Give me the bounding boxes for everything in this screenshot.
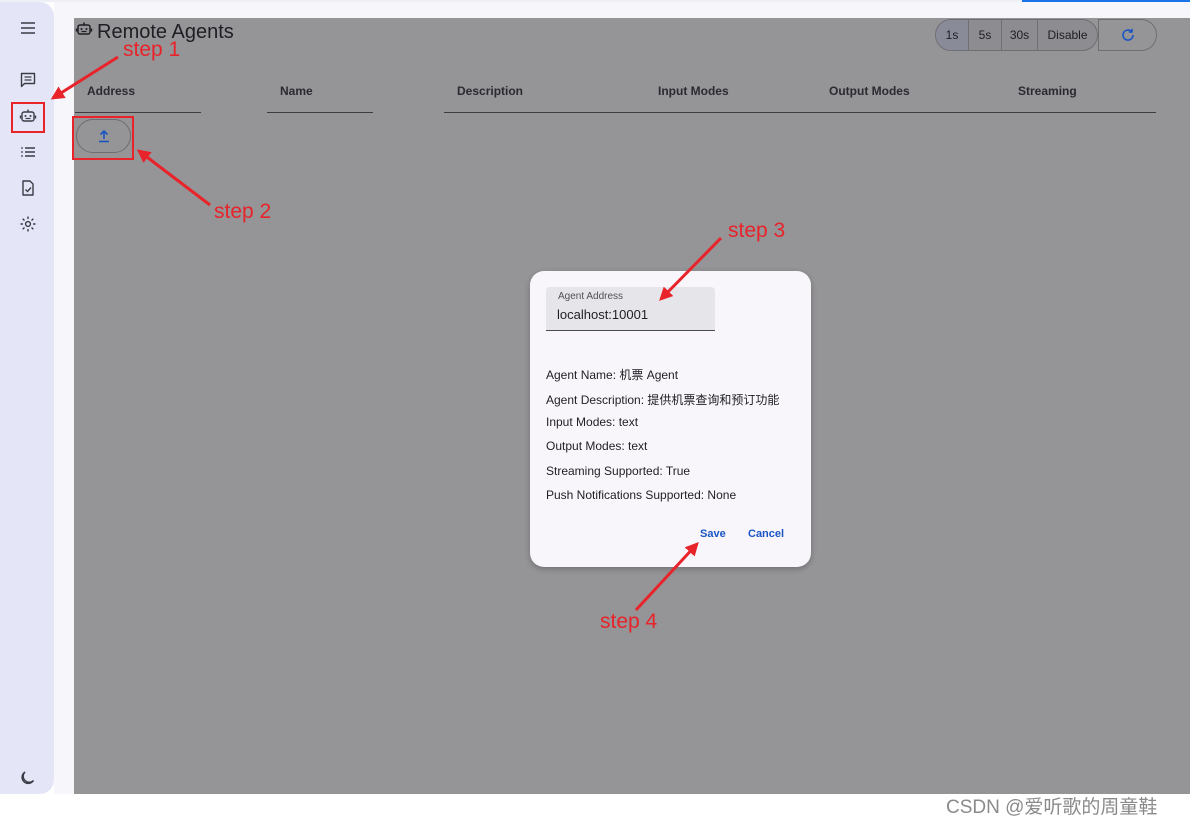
settings-icon[interactable] [14,210,42,238]
robot-title-icon [75,22,93,35]
column-output-modes[interactable]: Output Modes [829,84,910,98]
agent-description-info: Agent Description: 提供机票查询和预订功能 [546,393,780,407]
task-icon[interactable] [14,174,42,202]
streaming-info: Streaming Supported: True [546,464,691,478]
upload-icon [98,129,109,143]
input-modes-info: Input Modes: text [546,415,639,429]
agent-address-label: Agent Address [558,291,624,302]
sidebar [0,2,54,794]
push-notifications-info: Push Notifications Supported: None [546,488,737,502]
add-agent-dialog: Agent Address Agent Name: 机票 Agent Agent… [530,271,811,567]
refresh-interval-toggle: 1s 5s 30s Disable [935,19,1098,51]
step3-label: step 3 [728,219,786,242]
column-divider [267,112,373,113]
output-modes-info: Output Modes: text [546,439,648,453]
list-icon[interactable] [14,138,42,166]
cancel-button[interactable]: Cancel [748,528,784,540]
interval-disable[interactable]: Disable [1037,20,1097,50]
column-name[interactable]: Name [280,84,313,98]
watermark: CSDN @爱听歌的周童鞋 [946,797,1158,818]
step1-label: step 1 [123,38,181,61]
agent-name-info: Agent Name: 机票 Agent [546,368,679,382]
interval-1s[interactable]: 1s [936,20,968,50]
column-divider [444,112,1156,113]
column-streaming[interactable]: Streaming [1018,84,1077,98]
step4-label: step 4 [600,610,658,633]
chat-icon[interactable] [14,66,42,94]
column-description[interactable]: Description [457,84,523,98]
agent-address-input[interactable] [557,307,707,322]
step2-label: step 2 [214,200,272,223]
refresh-button[interactable] [1098,19,1157,51]
interval-5s[interactable]: 5s [968,20,1001,50]
upload-agent-button[interactable] [76,119,131,153]
save-button[interactable]: Save [700,528,726,540]
robot-icon[interactable] [14,102,42,130]
refresh-icon [1121,28,1134,41]
column-input-modes[interactable]: Input Modes [658,84,729,98]
agent-address-field[interactable]: Agent Address [546,287,715,331]
interval-30s[interactable]: 30s [1001,20,1037,50]
moon-icon[interactable] [14,764,42,792]
column-address[interactable]: Address [87,84,135,98]
menu-icon[interactable] [14,14,42,42]
column-divider [75,112,201,113]
